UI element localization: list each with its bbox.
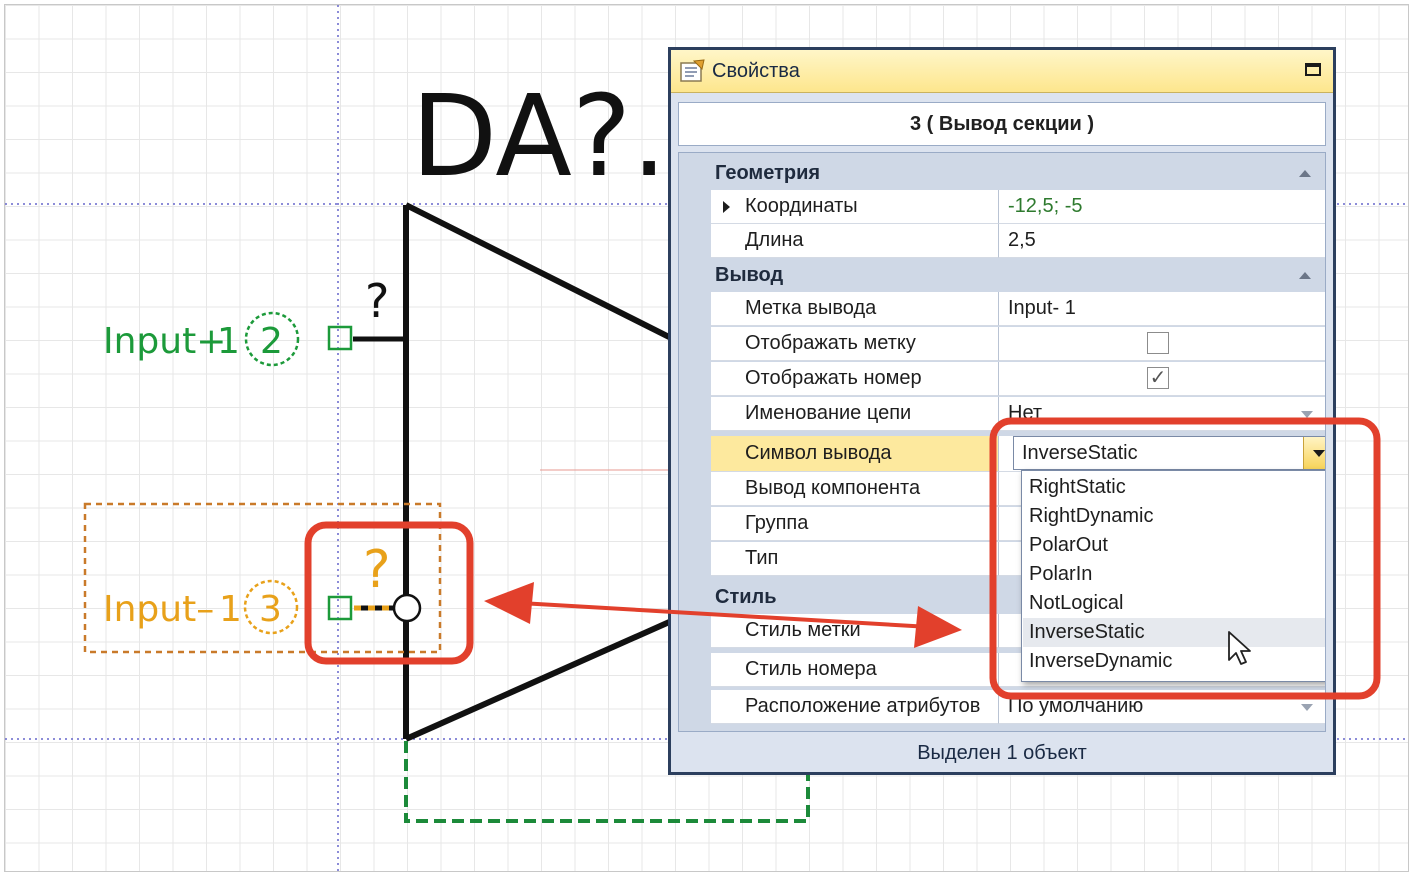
inverse-circle [392, 593, 422, 623]
option-label: PolarIn [1029, 563, 1093, 585]
category-label: Стиль [715, 586, 777, 608]
dropdown-option[interactable]: PolarIn [1023, 560, 1325, 589]
dropdown-option-selected[interactable]: InverseStatic [1023, 618, 1325, 647]
dropdown-option[interactable]: InverseDynamic [1023, 647, 1325, 676]
property-name: Вывод компонента [745, 477, 921, 499]
designator-label: DA?. [411, 72, 667, 202]
property-name: Отображать номер [745, 367, 922, 389]
property-value[interactable]: По умолчанию [1008, 695, 1143, 718]
properties-titlebar[interactable]: Свойства [671, 50, 1333, 93]
status-bar: Выделен 1 объект [671, 734, 1333, 772]
dropdown-option[interactable]: RightDynamic [1023, 502, 1325, 531]
property-row-pin-label[interactable]: Метка вывода Input- 1 [711, 292, 1325, 326]
property-row-show-number[interactable]: Отображать номер ✓ [711, 362, 1325, 396]
pin-plus-pin-number: 1 [217, 321, 240, 362]
dropdown-option[interactable]: NotLogical [1023, 589, 1325, 618]
category-pin[interactable]: Вывод [679, 259, 1325, 292]
option-label: RightDynamic [1029, 505, 1154, 527]
show-number-checkbox[interactable]: ✓ [1147, 367, 1169, 389]
option-label: RightStatic [1029, 476, 1126, 498]
property-row-attribute-placement[interactable]: Расположение атрибутов По умолчанию [711, 690, 1325, 724]
pin-minus-label: Input– [103, 589, 214, 630]
option-label: NotLogical [1029, 592, 1124, 614]
dropdown-option[interactable]: PolarOut [1023, 531, 1325, 560]
pin-plus-circle-number: 2 [260, 321, 283, 362]
property-row-net-naming[interactable]: Именование цепи Нет [711, 397, 1325, 431]
property-name: Тип [745, 547, 779, 569]
collapse-icon[interactable] [1299, 272, 1311, 279]
properties-title: Свойства [712, 59, 800, 82]
pin-input-minus[interactable]: ? Input– 1 3 [83, 502, 442, 654]
combobox-dropdown-button[interactable] [1303, 437, 1325, 469]
pin-minus-number: ? [363, 540, 391, 600]
pin-minus-circle-number: 3 [259, 589, 282, 630]
pin-symbol-dropdown-list[interactable]: RightStatic RightDynamic PolarOut PolarI… [1021, 470, 1325, 682]
property-name: Длина [745, 229, 804, 251]
maximize-icon[interactable] [1305, 63, 1321, 76]
dropdown-arrow-icon[interactable] [1301, 704, 1313, 711]
expand-icon[interactable] [723, 201, 730, 213]
collapse-icon[interactable] [1299, 170, 1311, 177]
dropdown-option[interactable]: RightStatic [1023, 473, 1325, 502]
property-name: Координаты [745, 195, 858, 217]
option-label: InverseDynamic [1029, 650, 1173, 672]
category-label: Вывод [715, 264, 784, 286]
pin-minus-pin-number: 1 [219, 589, 242, 630]
property-name: Символ вывода [745, 442, 892, 464]
property-name: Стиль метки [745, 619, 861, 641]
show-label-checkbox[interactable] [1147, 332, 1169, 354]
property-value[interactable]: 2,5 [1008, 229, 1036, 252]
property-value[interactable]: Нет [1008, 402, 1042, 425]
property-name: Отображать метку [745, 332, 916, 354]
category-label: Геометрия [715, 162, 821, 184]
property-name: Группа [745, 512, 809, 534]
option-label: InverseStatic [1029, 621, 1145, 643]
property-value[interactable]: Input- 1 [1008, 297, 1076, 320]
option-label: PolarOut [1029, 534, 1108, 556]
pin-symbol-combobox[interactable]: InverseStatic [1013, 436, 1325, 470]
property-name: Метка вывода [745, 297, 877, 319]
property-row-show-label[interactable]: Отображать метку [711, 327, 1325, 361]
combobox-value: InverseStatic [1022, 441, 1138, 464]
selected-object-header: 3 ( Вывод секции ) [678, 102, 1326, 146]
pin-plus-number: ? [365, 274, 389, 328]
property-value[interactable]: -12,5; -5 [1008, 195, 1082, 218]
mouse-cursor-icon [1228, 631, 1251, 665]
pin-plus-label: Input+ [103, 321, 226, 362]
pin-input-plus[interactable]: ? Input+ 1 2 [103, 274, 406, 367]
property-name: Именование цепи [745, 402, 912, 424]
category-geometry[interactable]: Геометрия [679, 157, 1325, 190]
properties-icon [680, 59, 706, 83]
amplifier-symbol[interactable] [403, 202, 687, 742]
property-name: Стиль номера [745, 658, 877, 680]
property-name: Расположение атрибутов [745, 695, 981, 717]
dropdown-arrow-icon[interactable] [1301, 411, 1313, 418]
property-row-length[interactable]: Длина 2,5 [711, 224, 1325, 258]
property-row-coordinates[interactable]: Координаты -12,5; -5 [711, 190, 1325, 224]
